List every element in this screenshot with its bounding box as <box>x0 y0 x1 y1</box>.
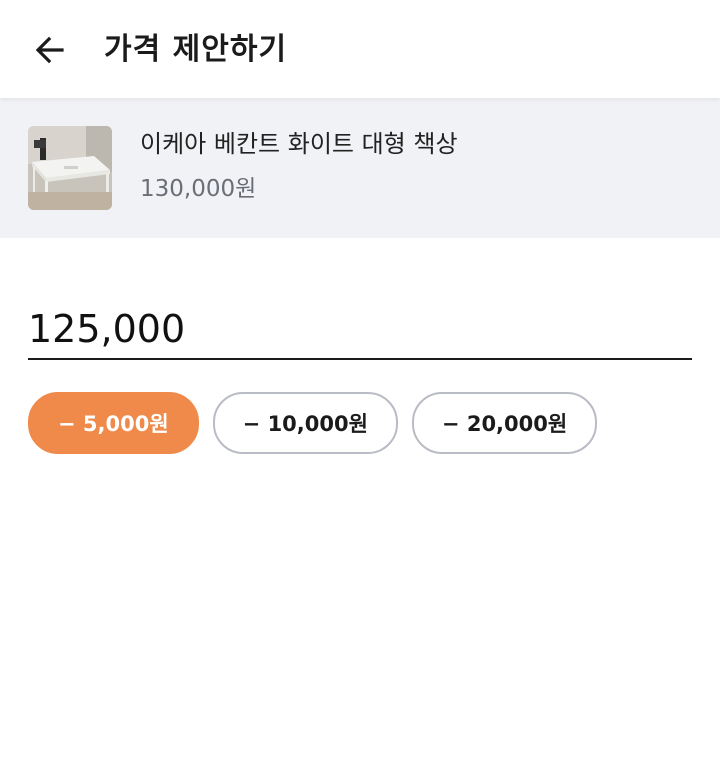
price-decrement-chips: − 5,000원 − 10,000원 − 20,000원 <box>28 392 598 454</box>
decrease-20000-chip[interactable]: − 20,000원 <box>411 392 598 454</box>
page-title: 가격 제안하기 <box>104 32 288 67</box>
back-button[interactable] <box>30 30 70 70</box>
product-name: 이케아 베칸트 화이트 대형 책상 <box>140 130 458 158</box>
decrease-5000-chip[interactable]: − 5,000원 <box>28 392 199 454</box>
top-app-bar: 가격 제안하기 <box>0 0 720 98</box>
product-summary: 이케아 베칸트 화이트 대형 책상 130,000원 <box>0 98 720 238</box>
decrease-10000-chip[interactable]: − 10,000원 <box>212 392 398 454</box>
product-price: 130,000원 <box>140 176 257 202</box>
offer-price-input[interactable] <box>28 300 692 360</box>
product-thumbnail <box>28 126 112 210</box>
arrow-left-icon <box>35 36 64 64</box>
